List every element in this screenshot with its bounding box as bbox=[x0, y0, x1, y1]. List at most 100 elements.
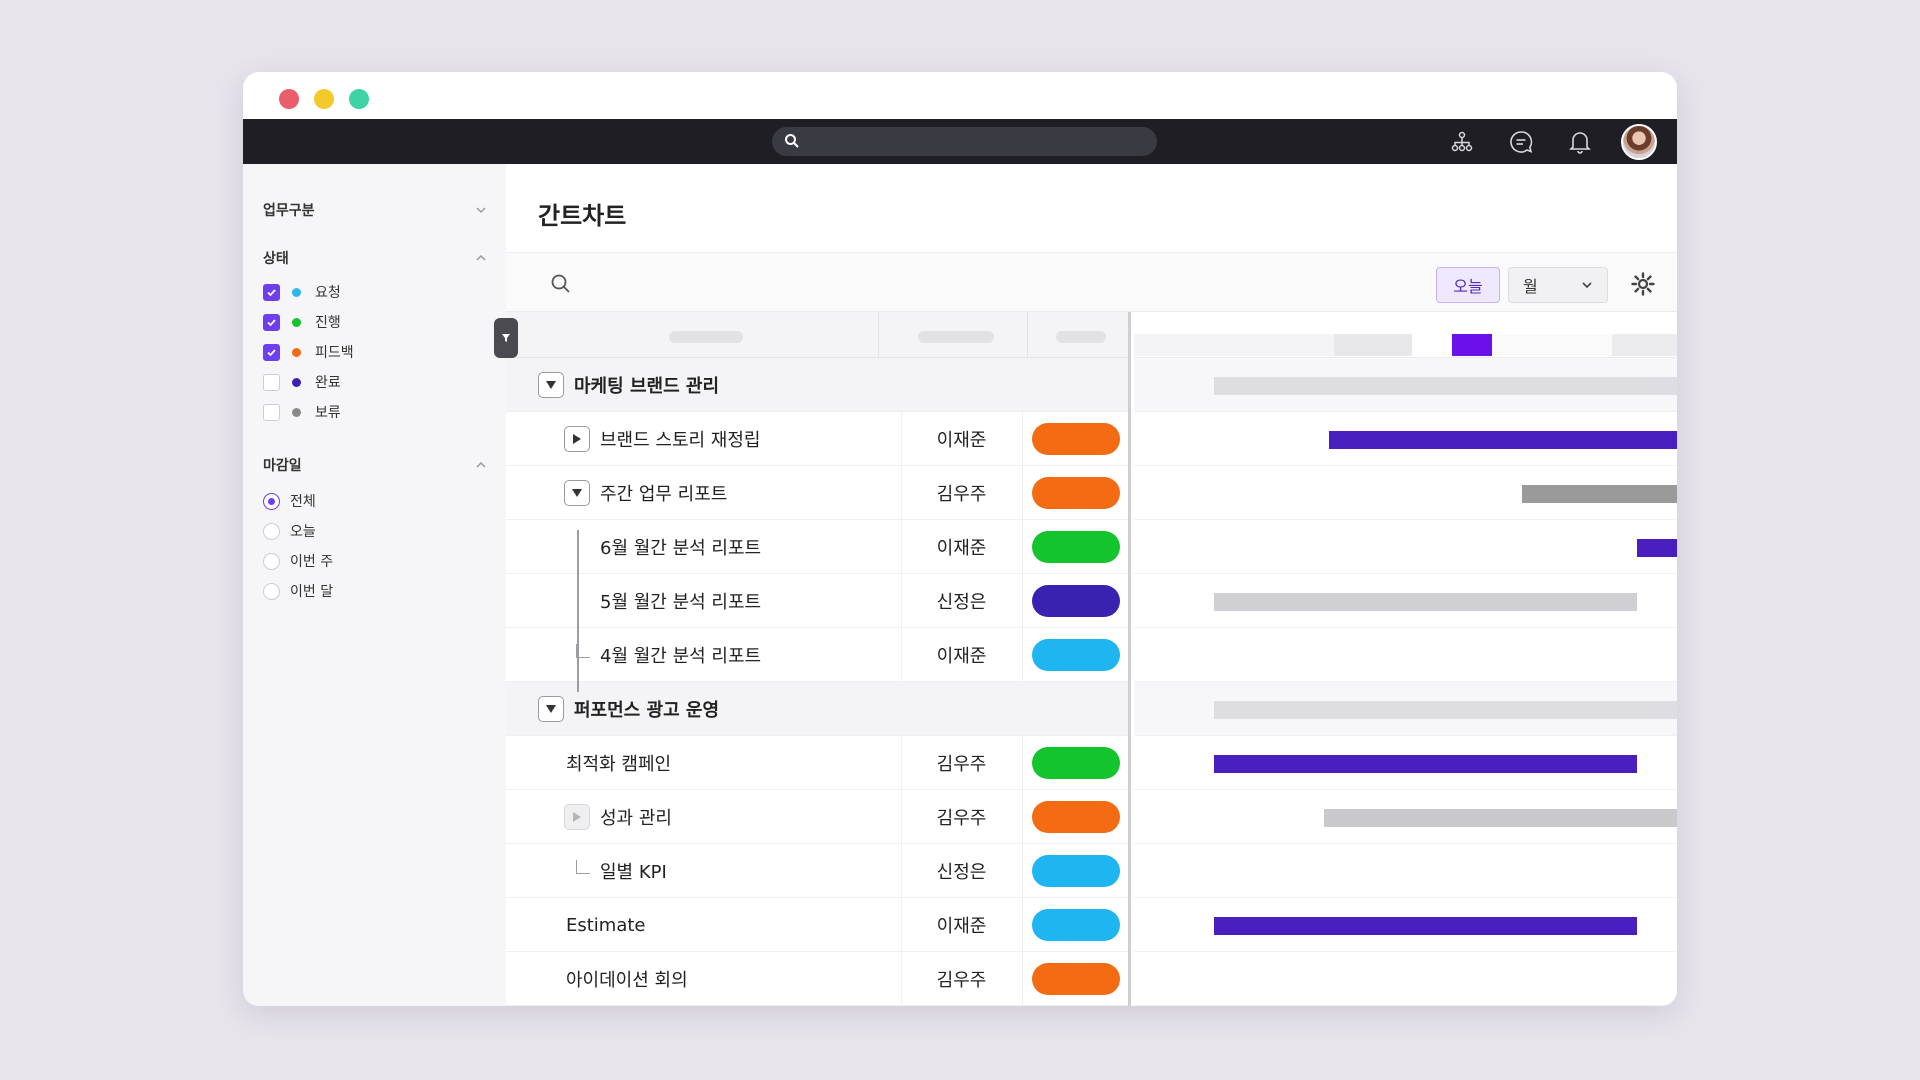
status-pill[interactable] bbox=[1031, 639, 1120, 671]
expand-toggle[interactable] bbox=[564, 804, 590, 830]
search-icon[interactable] bbox=[550, 273, 572, 295]
checkbox[interactable] bbox=[263, 373, 280, 391]
status-cell[interactable] bbox=[1022, 412, 1128, 466]
status-filter-option[interactable]: 진행 bbox=[263, 311, 341, 333]
status-cell[interactable] bbox=[1022, 736, 1128, 790]
status-cell[interactable] bbox=[1022, 844, 1128, 898]
status-filter-option[interactable]: 보류 bbox=[263, 401, 341, 423]
status-cell[interactable] bbox=[1022, 898, 1128, 952]
status-cell[interactable] bbox=[1022, 466, 1128, 520]
gear-icon[interactable] bbox=[1630, 271, 1656, 297]
task-group-row[interactable]: 퍼포먼스 광고 운영 bbox=[506, 682, 1128, 736]
global-search-input[interactable] bbox=[772, 127, 1157, 156]
task-row[interactable]: 일별 KPI 신정은 bbox=[506, 844, 1128, 898]
task-name-cell[interactable]: 5월 월간 분석 리포트 bbox=[600, 574, 761, 628]
task-name-cell[interactable]: 아이데이션 회의 bbox=[566, 952, 688, 1006]
task-name-cell[interactable]: 퍼포먼스 광고 운영 bbox=[538, 682, 719, 736]
collapse-toggle[interactable] bbox=[564, 480, 590, 506]
status-pill[interactable] bbox=[1031, 747, 1120, 779]
status-filter-option[interactable]: 피드백 bbox=[263, 341, 354, 363]
task-name-cell[interactable]: 6월 월간 분석 리포트 bbox=[600, 520, 761, 574]
task-row[interactable]: Estimate 이재준 bbox=[506, 898, 1128, 952]
assignee-cell[interactable]: 김우주 bbox=[901, 736, 1021, 790]
checkbox[interactable] bbox=[263, 283, 280, 301]
task-row[interactable]: 6월 월간 분석 리포트 이재준 bbox=[506, 520, 1128, 574]
assignee-cell[interactable]: 이재준 bbox=[901, 628, 1021, 682]
status-pill[interactable] bbox=[1031, 585, 1120, 617]
section-deadline[interactable]: 마감일 bbox=[263, 453, 488, 477]
task-row[interactable]: 최적화 캠페인 김우주 bbox=[506, 736, 1128, 790]
radio-button[interactable] bbox=[263, 522, 280, 540]
assignee-cell[interactable]: 신정은 bbox=[901, 574, 1021, 628]
gantt-bar[interactable] bbox=[1214, 377, 1677, 395]
task-row[interactable]: 브랜드 스토리 재정립 이재준 bbox=[506, 412, 1128, 466]
gantt-bar[interactable] bbox=[1214, 755, 1637, 773]
status-pill[interactable] bbox=[1031, 477, 1120, 509]
assignee-cell[interactable]: 김우주 bbox=[901, 466, 1021, 520]
view-scale-select[interactable]: 월 bbox=[1508, 267, 1608, 303]
section-work-type[interactable]: 업무구분 bbox=[263, 198, 488, 222]
task-row[interactable]: 5월 월간 분석 리포트 신정은 bbox=[506, 574, 1128, 628]
task-name-cell[interactable]: 브랜드 스토리 재정립 bbox=[564, 412, 760, 466]
bell-icon[interactable] bbox=[1562, 124, 1597, 159]
gantt-bar[interactable] bbox=[1214, 701, 1677, 719]
task-name-cell[interactable]: 일별 KPI bbox=[576, 844, 667, 898]
deadline-filter-option[interactable]: 전체 bbox=[263, 490, 316, 512]
assignee-cell[interactable]: 이재준 bbox=[901, 898, 1021, 952]
minimize-window-button[interactable] bbox=[314, 89, 334, 109]
close-window-button[interactable] bbox=[279, 89, 299, 109]
status-cell[interactable] bbox=[1022, 952, 1128, 1006]
today-button[interactable]: 오늘 bbox=[1436, 267, 1500, 303]
gantt-bar[interactable] bbox=[1214, 593, 1637, 611]
assignee-cell[interactable]: 이재준 bbox=[901, 412, 1021, 466]
user-avatar[interactable] bbox=[1621, 123, 1657, 160]
radio-button[interactable] bbox=[263, 582, 280, 600]
filter-toggle-handle[interactable] bbox=[494, 318, 518, 358]
task-name-cell[interactable]: 마케팅 브랜드 관리 bbox=[538, 358, 719, 412]
checkbox[interactable] bbox=[263, 313, 280, 331]
gantt-bar[interactable] bbox=[1324, 809, 1677, 827]
status-pill[interactable] bbox=[1031, 909, 1120, 941]
collapse-toggle[interactable] bbox=[538, 696, 564, 722]
deadline-filter-option[interactable]: 이번 주 bbox=[263, 550, 333, 572]
status-pill[interactable] bbox=[1031, 531, 1120, 563]
task-name-cell[interactable]: Estimate bbox=[566, 898, 646, 952]
status-cell[interactable] bbox=[1022, 520, 1128, 574]
task-name-cell[interactable]: 4월 월간 분석 리포트 bbox=[576, 628, 761, 682]
status-pill[interactable] bbox=[1031, 855, 1120, 887]
status-pill[interactable] bbox=[1031, 801, 1120, 833]
task-name-cell[interactable]: 주간 업무 리포트 bbox=[564, 466, 727, 520]
status-filter-option[interactable]: 요청 bbox=[263, 281, 341, 303]
task-row[interactable]: 4월 월간 분석 리포트 이재준 bbox=[506, 628, 1128, 682]
status-cell[interactable] bbox=[1022, 574, 1128, 628]
assignee-cell[interactable]: 이재준 bbox=[901, 520, 1021, 574]
status-pill[interactable] bbox=[1031, 423, 1120, 455]
status-filter-option[interactable]: 완료 bbox=[263, 371, 341, 393]
gantt-bar[interactable] bbox=[1637, 539, 1677, 557]
assignee-cell[interactable]: 김우주 bbox=[901, 952, 1021, 1006]
status-cell[interactable] bbox=[1022, 628, 1128, 682]
task-row[interactable]: 성과 관리 김우주 bbox=[506, 790, 1128, 844]
status-cell[interactable] bbox=[1022, 790, 1128, 844]
task-row[interactable]: 아이데이션 회의 김우주 bbox=[506, 952, 1128, 1006]
gantt-bar[interactable] bbox=[1214, 917, 1637, 935]
deadline-filter-option[interactable]: 이번 달 bbox=[263, 580, 333, 602]
expand-toggle[interactable] bbox=[564, 426, 590, 452]
task-name-cell[interactable]: 성과 관리 bbox=[564, 790, 672, 844]
task-name-cell[interactable]: 최적화 캠페인 bbox=[566, 736, 671, 790]
status-pill[interactable] bbox=[1031, 963, 1120, 995]
org-chart-icon[interactable] bbox=[1444, 124, 1479, 159]
checkbox[interactable] bbox=[263, 403, 280, 421]
radio-button[interactable] bbox=[263, 492, 280, 510]
chat-icon[interactable] bbox=[1503, 124, 1538, 159]
deadline-filter-option[interactable]: 오늘 bbox=[263, 520, 316, 542]
maximize-window-button[interactable] bbox=[349, 89, 369, 109]
task-group-row[interactable]: 마케팅 브랜드 관리 bbox=[506, 358, 1128, 412]
gantt-bar[interactable] bbox=[1329, 431, 1677, 449]
assignee-cell[interactable]: 김우주 bbox=[901, 790, 1021, 844]
task-row[interactable]: 주간 업무 리포트 김우주 bbox=[506, 466, 1128, 520]
gantt-bar[interactable] bbox=[1522, 485, 1677, 503]
assignee-cell[interactable]: 신정은 bbox=[901, 844, 1021, 898]
collapse-toggle[interactable] bbox=[538, 372, 564, 398]
section-status[interactable]: 상태 bbox=[263, 246, 488, 270]
